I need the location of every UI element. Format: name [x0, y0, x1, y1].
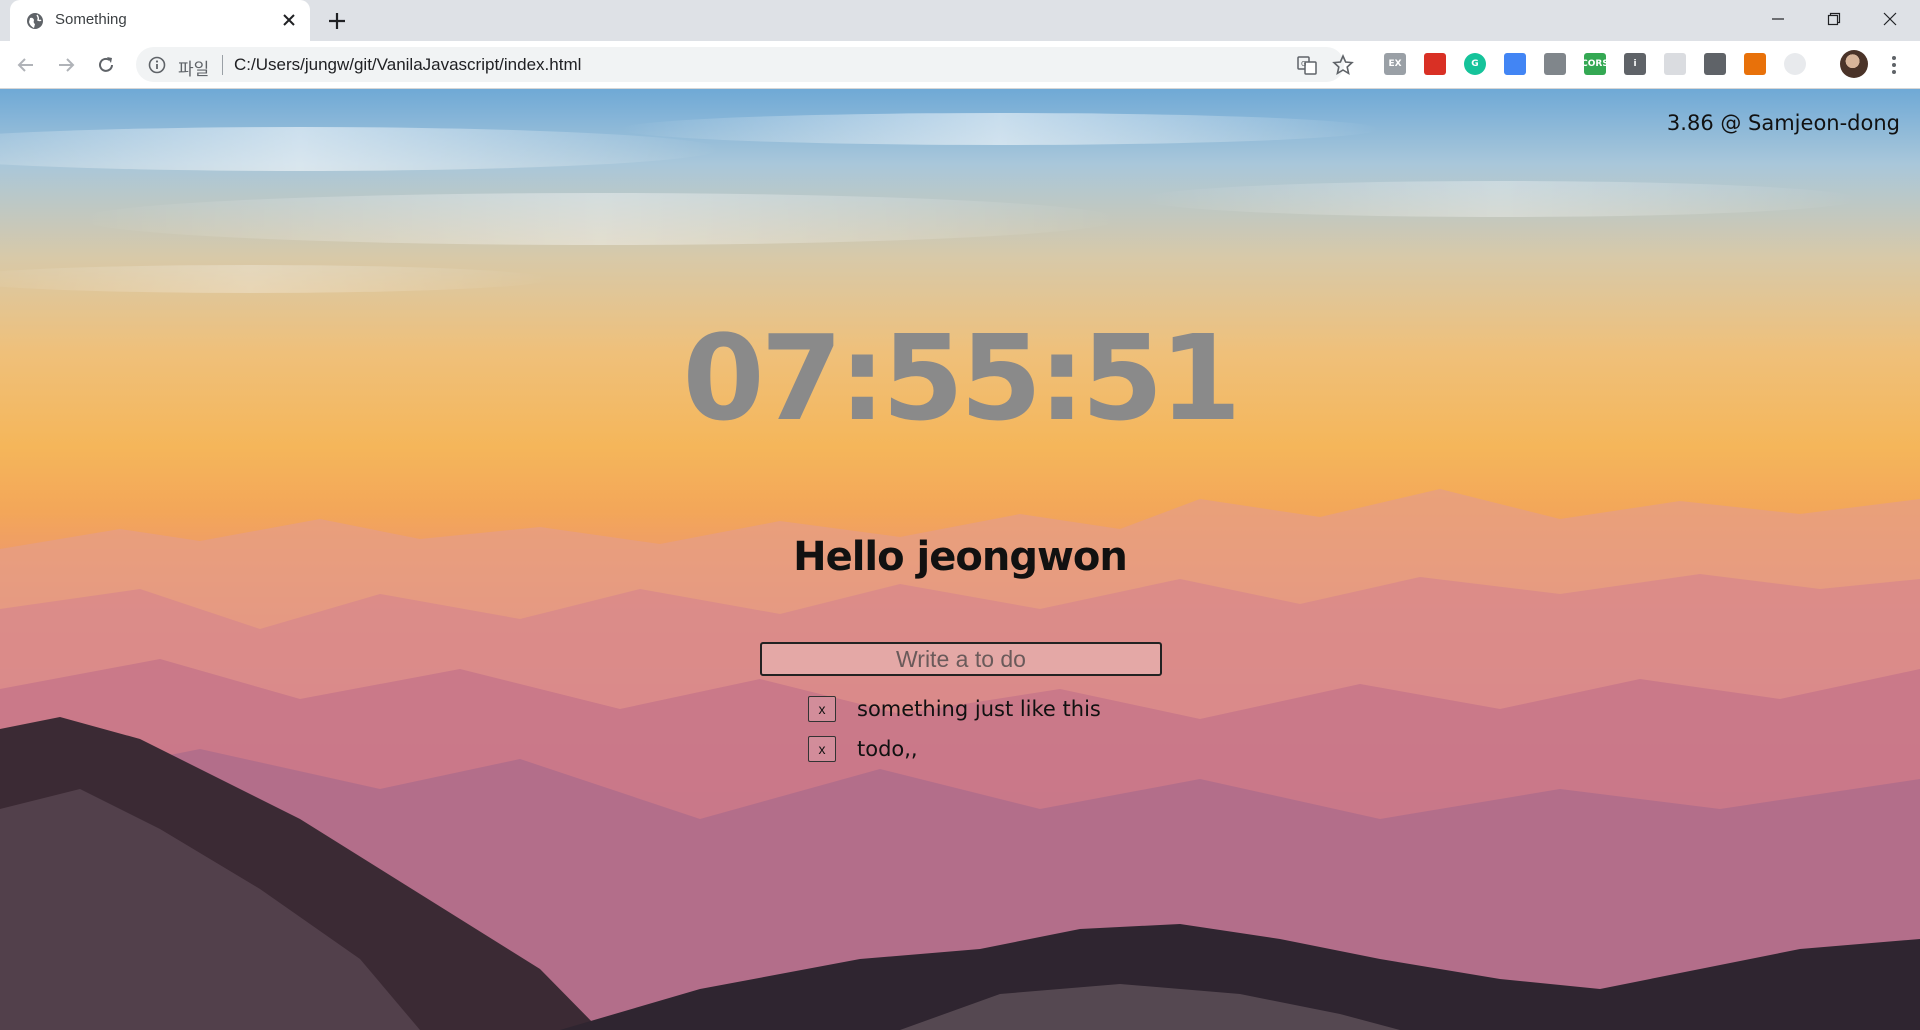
bookmark-star-icon[interactable]: [1332, 54, 1354, 76]
red-book-extension-icon[interactable]: [1424, 53, 1446, 75]
globe-icon: [27, 13, 43, 29]
highlighter-extension-icon[interactable]: [1544, 53, 1566, 75]
lightbulb-extension-icon[interactable]: [1704, 53, 1726, 75]
new-tab-icon[interactable]: [326, 10, 348, 32]
reload-icon: [99, 57, 113, 72]
blank-extension-icon[interactable]: [1664, 53, 1686, 75]
circle-extension-icon[interactable]: [1784, 53, 1806, 75]
page-viewport: 3.86 @ Samjeon-dong 07:55:51 Hello jeong…: [0, 89, 1920, 1030]
todo-text: todo,,: [857, 737, 918, 761]
todo-list: x something just like this x todo,,: [808, 689, 1101, 769]
weather-info: 3.86 @ Samjeon-dong: [1666, 111, 1900, 135]
tab-title: Something: [55, 11, 127, 28]
svg-text:G: G: [1301, 60, 1306, 68]
address-bar[interactable]: 파일 C:/Users/jungw/git/VanilaJavascript/i…: [136, 47, 1354, 82]
profile-avatar[interactable]: [1840, 50, 1868, 78]
clock: 07:55:51: [682, 309, 1241, 447]
back-button[interactable]: [14, 53, 38, 77]
kebab-menu-icon: [1892, 56, 1896, 74]
close-icon: [1883, 12, 1897, 26]
ex-extension-icon[interactable]: EX: [1384, 53, 1406, 75]
more-menu-button[interactable]: [1882, 53, 1906, 77]
greeting: Hello jeongwon: [793, 534, 1128, 580]
todo-text: something just like this: [857, 697, 1101, 721]
translate-icon[interactable]: G: [1296, 54, 1318, 76]
scheme-label: 파일: [178, 60, 210, 80]
office-extension-icon[interactable]: [1744, 53, 1766, 75]
reload-button[interactable]: [94, 53, 118, 77]
address-divider: [222, 55, 223, 75]
close-window-button[interactable]: [1862, 0, 1918, 38]
todo-item: x todo,,: [808, 729, 1101, 769]
restore-button[interactable]: [1806, 0, 1862, 38]
url-text[interactable]: C:/Users/jungw/git/VanilaJavascript/inde…: [234, 55, 581, 75]
info-icon[interactable]: [148, 56, 166, 74]
close-tab-icon[interactable]: [280, 11, 298, 29]
minimize-icon: [1772, 18, 1784, 20]
browser-tab[interactable]: Something: [10, 0, 310, 41]
tab-strip: Something: [0, 0, 1920, 41]
minimize-button[interactable]: [1750, 0, 1806, 38]
todo-item: x something just like this: [808, 689, 1101, 729]
arrow-right-icon: [59, 58, 75, 72]
arrow-left-icon: [17, 58, 33, 72]
todo-input[interactable]: [760, 642, 1162, 676]
color-circles-extension-icon[interactable]: [1504, 53, 1526, 75]
cors-extension-icon[interactable]: CORS: [1581, 53, 1609, 75]
delete-todo-button[interactable]: x: [808, 736, 836, 762]
restore-icon: [1827, 12, 1841, 26]
delete-todo-button[interactable]: x: [808, 696, 836, 722]
info-extension-icon[interactable]: i: [1624, 53, 1646, 75]
forward-button[interactable]: [54, 53, 78, 77]
grammarly-extension-icon[interactable]: G: [1464, 53, 1486, 75]
browser-toolbar: 파일 C:/Users/jungw/git/VanilaJavascript/i…: [0, 41, 1920, 89]
